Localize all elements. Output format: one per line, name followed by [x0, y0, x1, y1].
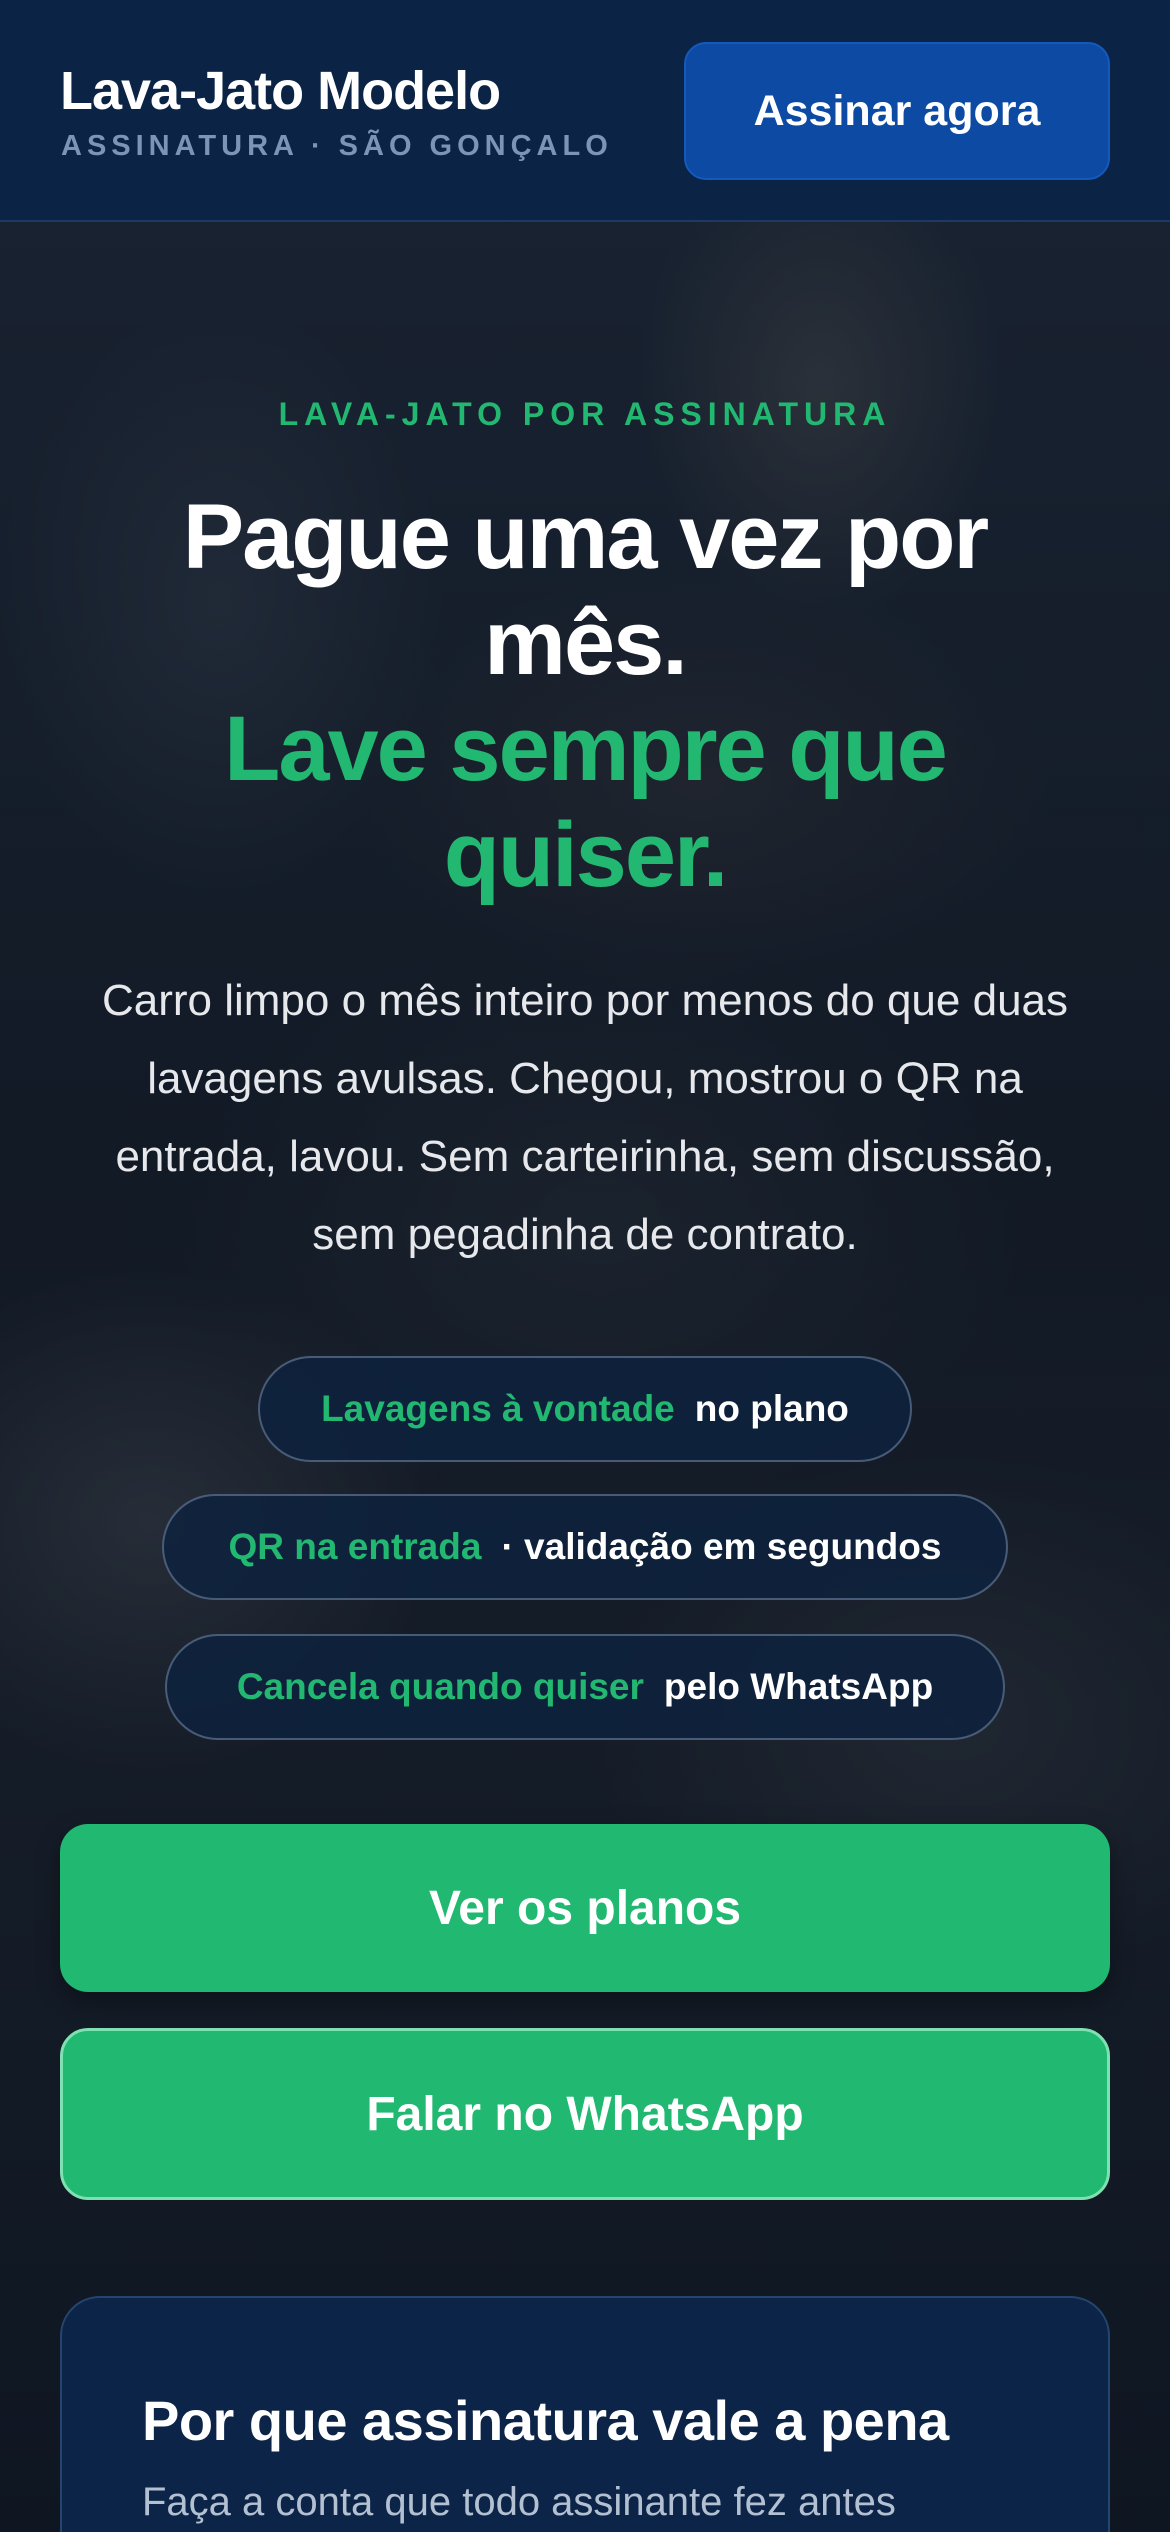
pill-text: no plano: [694, 1388, 849, 1429]
subscribe-now-button[interactable]: Assinar agora: [684, 42, 1110, 180]
whatsapp-button[interactable]: Falar no WhatsApp: [60, 2028, 1110, 2200]
why-subscribe-card: Por que assinatura vale a pena Faça a co…: [60, 2296, 1110, 2532]
feature-pill-cancel-anytime: Cancela quando quiser pelo WhatsApp: [165, 1634, 1005, 1740]
see-plans-button[interactable]: Ver os planos: [60, 1824, 1110, 1992]
pill-text: · validação em segundos: [501, 1526, 942, 1567]
brand-name[interactable]: Lava-Jato Modelo: [60, 58, 501, 124]
feature-pill-qr-entry: QR na entrada · validação em segundos: [162, 1494, 1008, 1600]
hero-headline: Pague uma vez por mês. Lave sempre que q…: [100, 484, 1070, 908]
headline-line-1: Pague uma vez por mês.: [182, 486, 989, 694]
headline-line-2: Lave sempre que quiser.: [224, 698, 948, 906]
hero-eyebrow: LAVA-JATO POR ASSINATURA: [278, 396, 892, 432]
hero-lead-text: Carro limpo o mês inteiro por menos do q…: [101, 976, 1069, 1259]
pill-highlight: Lavagens à vontade: [321, 1388, 675, 1429]
site-header: Lava-Jato Modelo ASSINATURA · SÃO GONÇAL…: [0, 0, 1170, 222]
card-subtitle: Faça a conta que todo assinante fez ante…: [142, 2480, 896, 2524]
feature-pill-unlimited-washes: Lavagens à vontade no plano: [258, 1356, 912, 1462]
card-title: Por que assinatura vale a pena: [142, 2389, 949, 2452]
pill-highlight: Cancela quando quiser: [236, 1666, 644, 1707]
hero-section: LAVA-JATO POR ASSINATURA Pague uma vez p…: [0, 222, 1170, 2532]
hero-content: LAVA-JATO POR ASSINATURA Pague uma vez p…: [0, 222, 1170, 2532]
pill-highlight: QR na entrada: [228, 1526, 482, 1567]
brand-subtitle: ASSINATURA · SÃO GONÇALO: [61, 130, 613, 162]
pill-text: pelo WhatsApp: [663, 1666, 934, 1707]
